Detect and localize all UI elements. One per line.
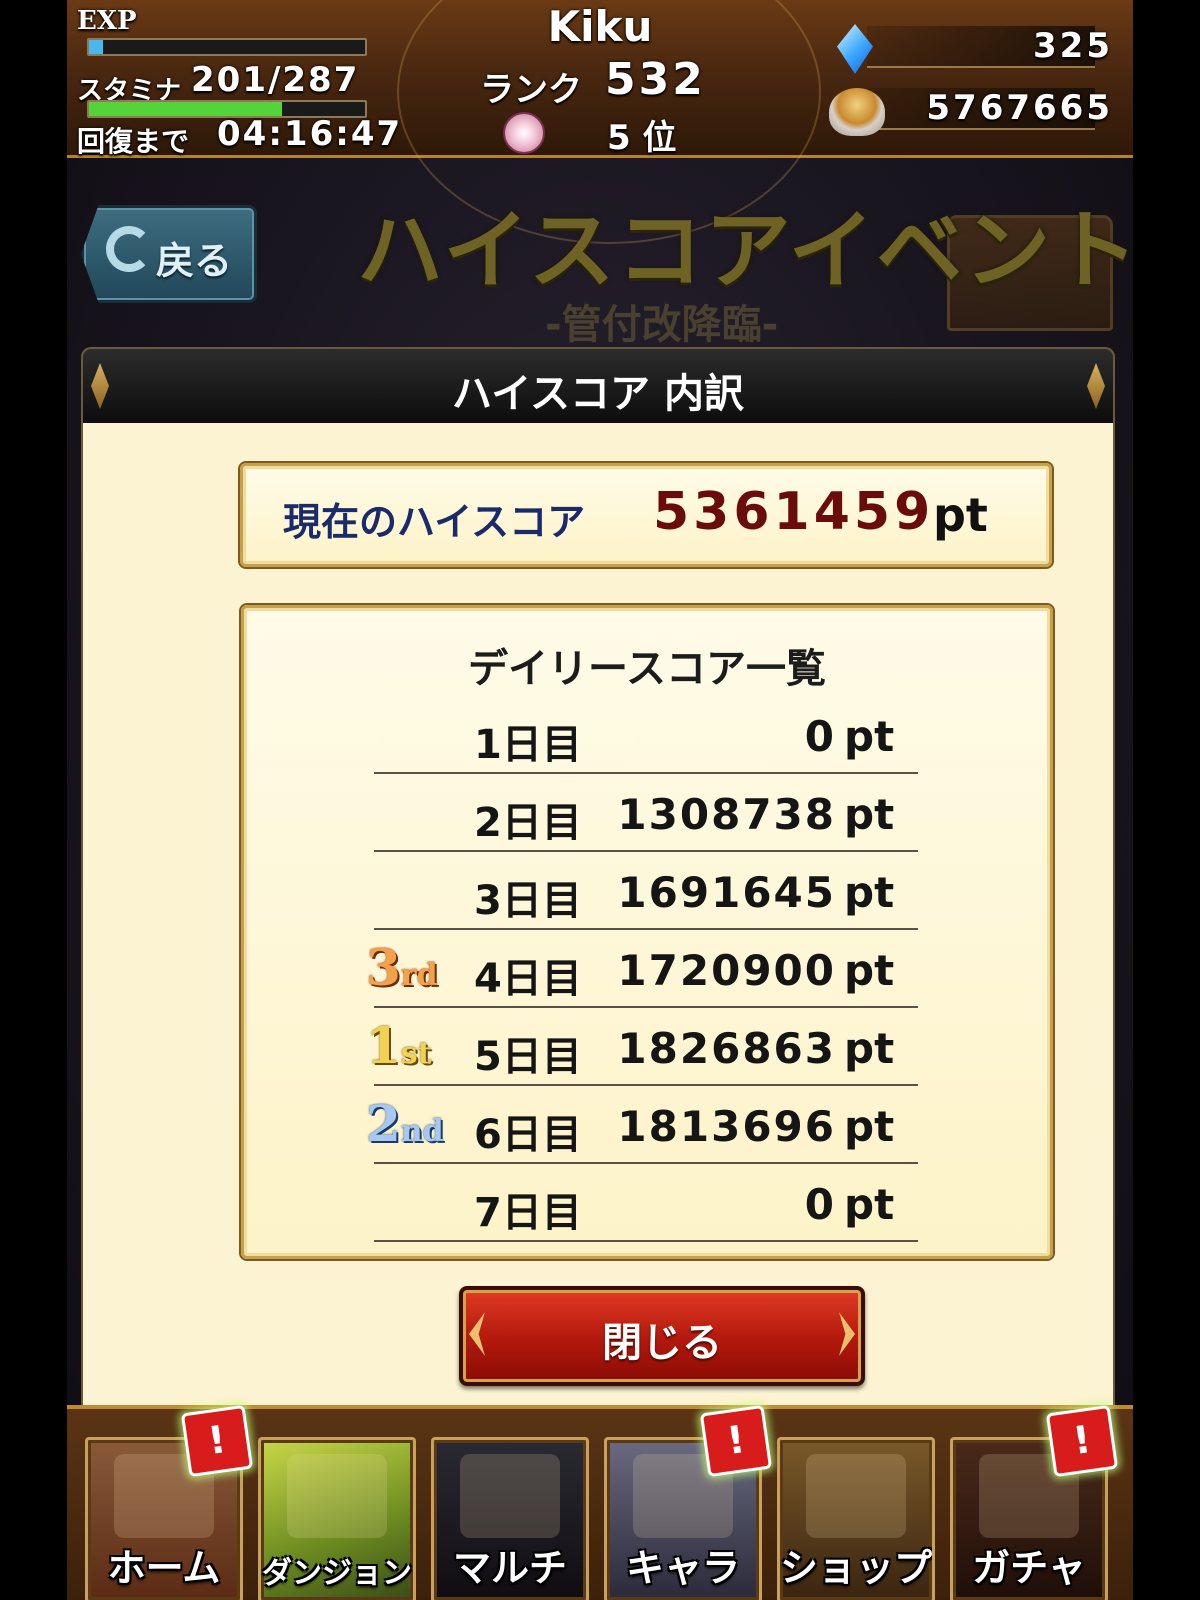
daily-score-unit: pt <box>844 1180 895 1229</box>
daily-score-row: 1日目 0 pt <box>374 694 918 774</box>
daily-score-day: 7日目 <box>474 1190 582 1236</box>
daily-score-value: 1826863 <box>617 1024 836 1073</box>
close-label: 閉じる <box>602 1320 722 1366</box>
shop-bag-icon <box>806 1454 906 1538</box>
rank-badge-suffix: nd <box>400 1114 444 1149</box>
daily-score-row: 1st 5日目 1826863 pt <box>366 1006 918 1086</box>
daily-score-value: 1720900 <box>617 946 836 995</box>
rank-badge-number: 2 <box>366 1094 401 1153</box>
rank-badge-suffix: st <box>400 1036 432 1071</box>
coin-bag-icon <box>829 88 885 136</box>
daily-score-day: 6日目 <box>474 1112 582 1158</box>
daily-score-value: 1308738 <box>617 790 836 839</box>
daily-score-unit: pt <box>844 868 895 917</box>
rank-badge-icon: 1st <box>366 1016 432 1075</box>
daily-score-day: 3日目 <box>474 878 582 924</box>
notification-alert-icon: ! <box>699 1404 773 1478</box>
daily-score-row: 3rd 4日目 1720900 pt <box>366 928 918 1008</box>
daily-score-row: 2nd 6日目 1813696 pt <box>366 1084 918 1164</box>
ranking-position: 5 位 <box>607 118 677 158</box>
nav-label: マルチ <box>452 1546 567 1590</box>
rank-label: ランク <box>480 70 582 110</box>
daily-score-unit: pt <box>844 1102 895 1151</box>
daily-score-day: 4日目 <box>474 956 582 1002</box>
rank-badge-icon: 2nd <box>366 1094 444 1153</box>
current-highscore-box: 現在のハイスコア 5361459 pt <box>240 463 1052 567</box>
dialog-header: ハイスコア 内訳 <box>81 347 1115 425</box>
current-highscore-value: 5361459 <box>653 482 935 542</box>
current-highscore-label: 現在のハイスコア <box>283 500 586 544</box>
dungeon-map-icon <box>287 1454 387 1538</box>
rank-badge-icon: 3rd <box>366 938 438 997</box>
event-subtitle: -管付改降臨- <box>545 302 779 348</box>
daily-score-day: 2日目 <box>474 800 582 846</box>
daily-score-day: 1日目 <box>474 722 582 768</box>
nav-label: ホーム <box>107 1546 221 1590</box>
daily-score-value: 1813696 <box>617 1102 836 1151</box>
daily-score-day: 5日目 <box>474 1034 582 1080</box>
daily-score-value: 0 <box>804 712 836 761</box>
nav-item-2[interactable]: マルチ <box>431 1437 589 1600</box>
daily-score-row: 3日目 1691645 pt <box>374 850 918 930</box>
nav-label: キャラ <box>625 1546 740 1590</box>
daily-score-value: 0 <box>804 1180 836 1229</box>
coin-count: 5767665 <box>926 88 1113 128</box>
close-button[interactable]: 閉じる <box>459 1286 865 1386</box>
notification-alert-icon: ! <box>180 1404 254 1478</box>
current-highscore-unit: pt <box>933 488 988 542</box>
stamina-value: 201/287 <box>191 60 360 100</box>
daily-score-unit: pt <box>844 1024 895 1073</box>
rank-badge-suffix: rd <box>400 958 438 993</box>
nav-item-1[interactable]: ダンジョン <box>258 1437 416 1600</box>
daily-score-row: 7日目 0 pt <box>374 1162 918 1242</box>
event-title: ハイスコアイベント <box>357 201 1133 301</box>
dragon-icon <box>460 1454 560 1538</box>
nav-label: ガチャ <box>972 1546 1086 1590</box>
bottom-nav: ホーム! ダンジョン マルチ キャラ! ショップ ガチャ! <box>67 1404 1133 1600</box>
game-screen: EXP スタミナ 201/287 回復まで 04:16:47 Kiku ランク … <box>67 0 1133 1600</box>
daily-score-unit: pt <box>844 946 895 995</box>
back-arrow-icon <box>106 226 152 272</box>
daily-score-unit: pt <box>844 790 895 839</box>
status-header: EXP スタミナ 201/287 回復まで 04:16:47 Kiku ランク … <box>67 0 1133 244</box>
notification-alert-icon: ! <box>1045 1404 1119 1478</box>
gem-count: 325 <box>1033 26 1113 66</box>
daily-score-row: 2日目 1308738 pt <box>374 772 918 852</box>
nav-item-4[interactable]: ショップ <box>777 1437 935 1600</box>
daily-score-box: デイリースコア一覧 1日目 0 pt 2日目 1308738 pt 3日目 1691645 pt… <box>241 605 1053 1259</box>
medal-icon <box>503 112 545 154</box>
nav-label: ショップ <box>780 1546 933 1590</box>
daily-score-title: デイリースコア一覧 <box>468 646 826 692</box>
rank-badge-number: 3 <box>366 938 401 997</box>
rank-badge-number: 1 <box>366 1016 401 1075</box>
back-button[interactable]: 戻る <box>81 205 257 303</box>
back-label: 戻る <box>156 239 233 283</box>
dialog-title: ハイスコア 内訳 <box>452 371 744 417</box>
daily-score-unit: pt <box>844 712 895 761</box>
recovery-timer: 04:16:47 <box>217 114 403 154</box>
daily-score-value: 1691645 <box>617 868 836 917</box>
recovery-label: 回復まで <box>77 125 190 158</box>
nav-label: ダンジョン <box>262 1556 412 1591</box>
rank-value: 532 <box>605 54 706 105</box>
